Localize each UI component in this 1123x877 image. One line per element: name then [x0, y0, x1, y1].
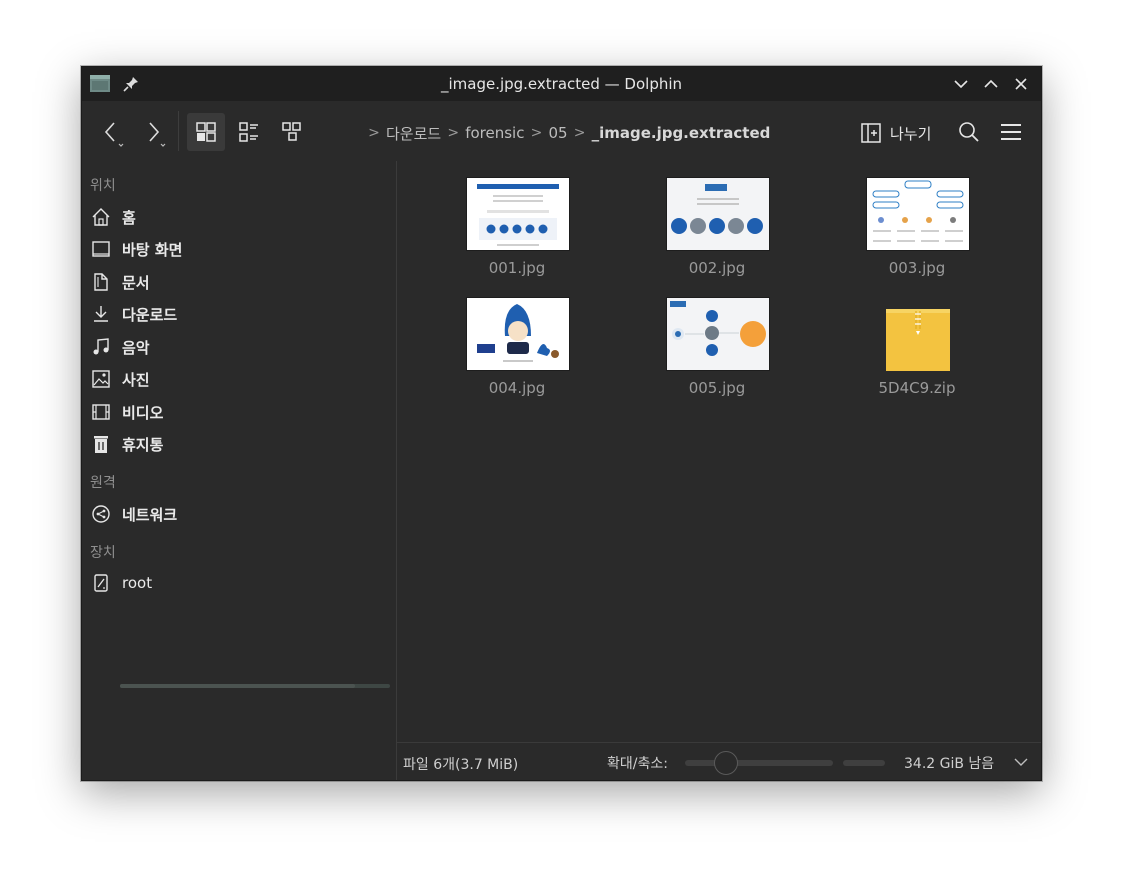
- minimize-icon[interactable]: [952, 75, 970, 93]
- pictures-icon: [92, 370, 110, 388]
- sidebar-item-label: 문서: [122, 273, 150, 292]
- icons-view-button[interactable]: [187, 113, 225, 151]
- compact-view-icon: [239, 122, 258, 142]
- breadcrumb-chevron-icon: >: [530, 125, 543, 141]
- trash-icon: [94, 436, 108, 453]
- places-panel: 위치 홈 바탕 화면 문서 다운로드 음악 사진 비디오 휴지통 원격 네트워크…: [82, 161, 397, 780]
- root-capacity-bar: [120, 684, 390, 688]
- file-name: 001.jpg: [488, 259, 546, 277]
- file-item-002[interactable]: 002.jpg: [647, 177, 787, 287]
- toolbar: > 다운로드 > forensic > 05 > _image.jpg.extr…: [82, 101, 1041, 162]
- sidebar-item-home[interactable]: 홈: [90, 203, 390, 231]
- sidebar-item-label: 홈: [122, 208, 136, 227]
- sidebar-item-label: 네트워크: [122, 505, 178, 524]
- sidebar-item-videos[interactable]: 비디오: [90, 398, 390, 426]
- places-header: 위치: [90, 178, 116, 194]
- zoom-slider[interactable]: [685, 760, 833, 766]
- file-item-003[interactable]: 003.jpg: [847, 177, 987, 287]
- breadcrumb-chevron-icon: >: [447, 125, 460, 141]
- status-bar: 파일 6개(3.7 MiB) 확대/축소: 34.2 GiB 남음: [397, 742, 1041, 780]
- grid-view-icon: [196, 122, 216, 142]
- desktop-icon: [92, 241, 110, 257]
- title-bar[interactable]: _image.jpg.extracted — Dolphin: [82, 67, 1041, 101]
- remote-header: 원격: [90, 475, 116, 491]
- video-icon: [92, 404, 110, 420]
- split-view-icon: [861, 123, 881, 143]
- maximize-icon[interactable]: [982, 75, 1000, 93]
- file-thumbnail: [466, 177, 570, 251]
- sidebar-item-pictures[interactable]: 사진: [90, 365, 390, 393]
- download-icon: [94, 306, 108, 322]
- sidebar-item-label: 휴지통: [122, 435, 164, 454]
- sidebar-item-trash[interactable]: 휴지통: [90, 430, 390, 458]
- documents-icon: [94, 273, 108, 291]
- file-thumbnail: [866, 177, 970, 251]
- file-name: 005.jpg: [688, 379, 746, 397]
- split-view-label: 나누기: [890, 124, 932, 143]
- drive-icon: [94, 574, 108, 592]
- sidebar-item-network[interactable]: 네트워크: [90, 500, 390, 528]
- sidebar-item-label: 사진: [122, 370, 150, 389]
- sidebar-item-label: 다운로드: [122, 305, 178, 324]
- back-button[interactable]: [100, 119, 128, 149]
- sidebar-item-documents[interactable]: 문서: [90, 268, 390, 296]
- network-icon: [92, 505, 110, 523]
- devices-header: 장치: [90, 545, 116, 561]
- zoom-slider-handle[interactable]: [713, 751, 738, 775]
- toolbar-separator: [178, 111, 179, 151]
- hamburger-menu-icon[interactable]: [1000, 122, 1022, 142]
- breadcrumb-item[interactable]: forensic: [465, 124, 524, 142]
- file-thumbnail: [666, 297, 770, 371]
- file-view[interactable]: 001.jpg 002.jpg 003.jpg 004.jpg 005.jpg …: [397, 161, 1041, 741]
- breadcrumb-item[interactable]: 05: [548, 124, 567, 142]
- window-title: _image.jpg.extracted — Dolphin: [440, 75, 683, 93]
- file-name: 002.jpg: [688, 259, 746, 277]
- forward-button[interactable]: [142, 119, 170, 149]
- sidebar-item-root[interactable]: root: [90, 569, 390, 597]
- close-icon[interactable]: [1012, 75, 1030, 93]
- sidebar-item-label: root: [122, 574, 153, 592]
- home-icon: [92, 208, 110, 226]
- sidebar-item-downloads[interactable]: 다운로드: [90, 300, 390, 328]
- file-name: 5D4C9.zip: [878, 379, 956, 397]
- details-view-icon: [282, 122, 301, 141]
- file-name: 004.jpg: [488, 379, 546, 397]
- sidebar-item-label: 바탕 화면: [122, 240, 183, 259]
- root-capacity-fill: [120, 684, 355, 688]
- breadcrumb-current[interactable]: _image.jpg.extracted: [592, 124, 771, 142]
- sidebar-item-desktop[interactable]: 바탕 화면: [90, 235, 390, 263]
- zip-archive-icon: [886, 309, 950, 371]
- file-item-004[interactable]: 004.jpg: [447, 297, 587, 407]
- compact-view-button[interactable]: [230, 113, 268, 151]
- chevron-down-icon[interactable]: [1013, 754, 1029, 770]
- sidebar-item-label: 음악: [122, 338, 150, 357]
- details-view-button[interactable]: [273, 113, 311, 151]
- search-icon[interactable]: [958, 121, 980, 143]
- file-name: 003.jpg: [888, 259, 946, 277]
- file-thumbnail: [466, 297, 570, 371]
- sidebar-item-label: 비디오: [122, 403, 164, 422]
- file-thumbnail: [666, 177, 770, 251]
- file-item-005[interactable]: 005.jpg: [647, 297, 787, 407]
- breadcrumb: > 다운로드 > forensic > 05 > _image.jpg.extr…: [362, 122, 770, 144]
- status-summary: 파일 6개(3.7 MiB): [403, 757, 519, 773]
- file-item-001[interactable]: 001.jpg: [447, 177, 587, 287]
- dolphin-window: _image.jpg.extracted — Dolphin > 다운로드 > …: [81, 66, 1042, 781]
- zoom-label: 확대/축소:: [607, 756, 668, 772]
- free-space-label[interactable]: 34.2 GiB 남음: [904, 753, 994, 773]
- music-icon: [93, 338, 109, 355]
- breadcrumb-chevron-icon: >: [573, 125, 586, 141]
- split-view-button[interactable]: 나누기: [860, 121, 931, 145]
- free-space-bar: [843, 760, 885, 766]
- breadcrumb-item[interactable]: 다운로드: [386, 123, 441, 144]
- file-item-zip[interactable]: 5D4C9.zip: [847, 297, 987, 407]
- sidebar-item-music[interactable]: 음악: [90, 333, 390, 361]
- breadcrumb-chevron-icon: >: [368, 125, 380, 141]
